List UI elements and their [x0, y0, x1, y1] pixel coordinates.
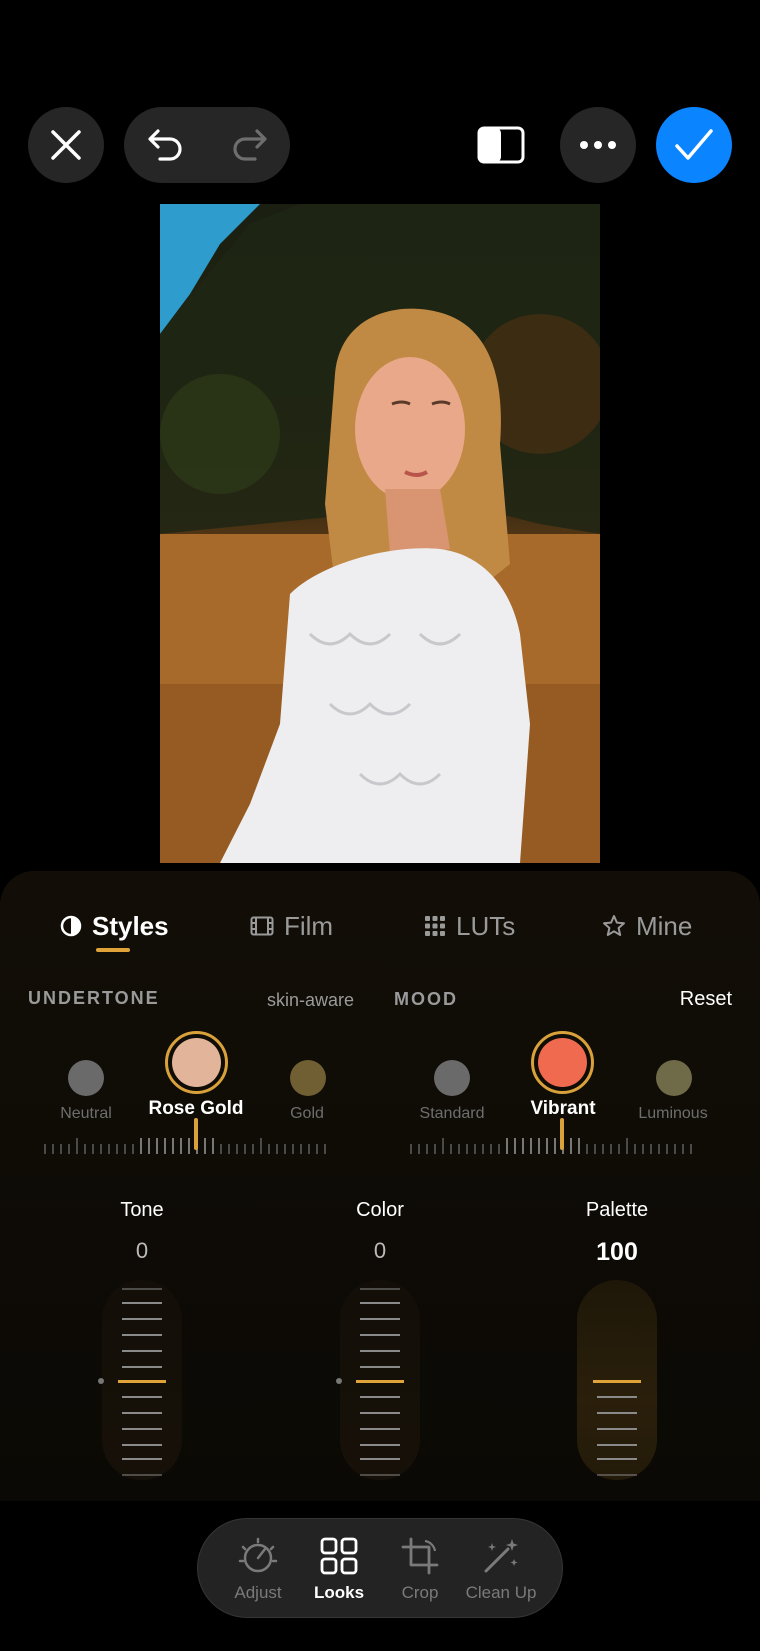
nav-label: Adjust — [234, 1583, 282, 1602]
mood-vibrant-label: Vibrant — [530, 1098, 596, 1119]
reset-button[interactable]: Reset — [680, 988, 732, 1011]
color-slider[interactable] — [336, 1280, 420, 1480]
color-label: Color — [356, 1199, 404, 1221]
mood-vibrant-swatch[interactable] — [531, 1031, 594, 1094]
star-icon — [603, 915, 625, 936]
photo-preview[interactable] — [160, 204, 600, 863]
redo-icon — [232, 129, 267, 161]
tab-label: LUTs — [456, 910, 516, 941]
dial-icon — [238, 1537, 278, 1573]
undertone-title: UNDERTONE — [28, 988, 160, 1008]
undertone-scale-marker[interactable] — [194, 1118, 198, 1150]
tone-slider[interactable] — [98, 1280, 182, 1480]
tab-film[interactable]: Film — [250, 908, 333, 944]
checkmark-icon — [675, 129, 713, 160]
undo-icon — [147, 129, 182, 161]
tab-styles[interactable]: Styles — [60, 908, 169, 944]
compare-button[interactable] — [477, 126, 525, 164]
nav-label: Crop — [401, 1583, 439, 1602]
done-button[interactable] — [656, 107, 732, 183]
tab-label: Film — [284, 910, 334, 941]
nav-adjust[interactable]: Adjust — [218, 1535, 298, 1603]
mood-scale-marker[interactable] — [560, 1118, 564, 1150]
nav-crop[interactable]: Crop — [380, 1535, 460, 1603]
more-icon — [580, 141, 616, 149]
looks-grid-icon — [320, 1537, 358, 1575]
mood-standard-label: Standard — [419, 1105, 485, 1122]
undertone-gold-label: Gold — [290, 1105, 324, 1122]
skin-aware-hint: skin-aware — [267, 990, 355, 1010]
tab-mine[interactable]: Mine — [602, 908, 692, 944]
redo-button[interactable] — [207, 107, 290, 183]
palette-value: 100 — [596, 1238, 638, 1266]
palette-label: Palette — [585, 1199, 649, 1221]
film-icon — [250, 916, 274, 936]
tab-label: Styles — [92, 910, 169, 941]
undertone-scale[interactable] — [44, 1132, 326, 1154]
undo-redo-group — [124, 107, 290, 183]
nav-looks[interactable]: Looks — [299, 1535, 379, 1603]
tab-label: Mine — [636, 910, 693, 941]
active-tab-indicator — [96, 948, 130, 952]
mood-standard-swatch[interactable] — [434, 1060, 470, 1096]
undertone-rose-gold-label: Rose Gold — [148, 1098, 244, 1119]
portrait-photo — [160, 204, 600, 863]
tone-label: Tone — [120, 1199, 164, 1221]
color-value: 0 — [373, 1238, 387, 1263]
tone-value: 0 — [135, 1238, 149, 1263]
nav-clean-up[interactable]: Clean Up — [461, 1535, 541, 1603]
close-icon — [51, 130, 81, 160]
mood-luminous-label: Luminous — [638, 1105, 708, 1122]
half-circle-icon — [60, 915, 82, 937]
undo-button[interactable] — [124, 107, 207, 183]
magic-wand-icon — [484, 1539, 518, 1573]
close-button[interactable] — [28, 107, 104, 183]
undertone-neutral-swatch[interactable] — [68, 1060, 104, 1096]
mood-scale[interactable] — [410, 1132, 692, 1154]
crop-icon — [401, 1537, 439, 1575]
mood-title: MOOD — [394, 989, 458, 1009]
undertone-rose-gold-swatch[interactable] — [165, 1031, 228, 1094]
nav-label: Clean Up — [465, 1583, 537, 1602]
nav-label: Looks — [313, 1583, 365, 1602]
more-button[interactable] — [560, 107, 636, 183]
mood-luminous-swatch[interactable] — [656, 1060, 692, 1096]
undertone-neutral-label: Neutral — [60, 1105, 112, 1122]
palette-slider[interactable] — [577, 1280, 657, 1480]
compare-icon — [477, 126, 525, 164]
undertone-gold-swatch[interactable] — [290, 1060, 326, 1096]
tab-luts[interactable]: LUTs — [424, 908, 515, 944]
grid-dots-icon — [425, 916, 445, 936]
bottom-tool-bar: Adjust Looks Crop Clean Up — [197, 1518, 563, 1618]
